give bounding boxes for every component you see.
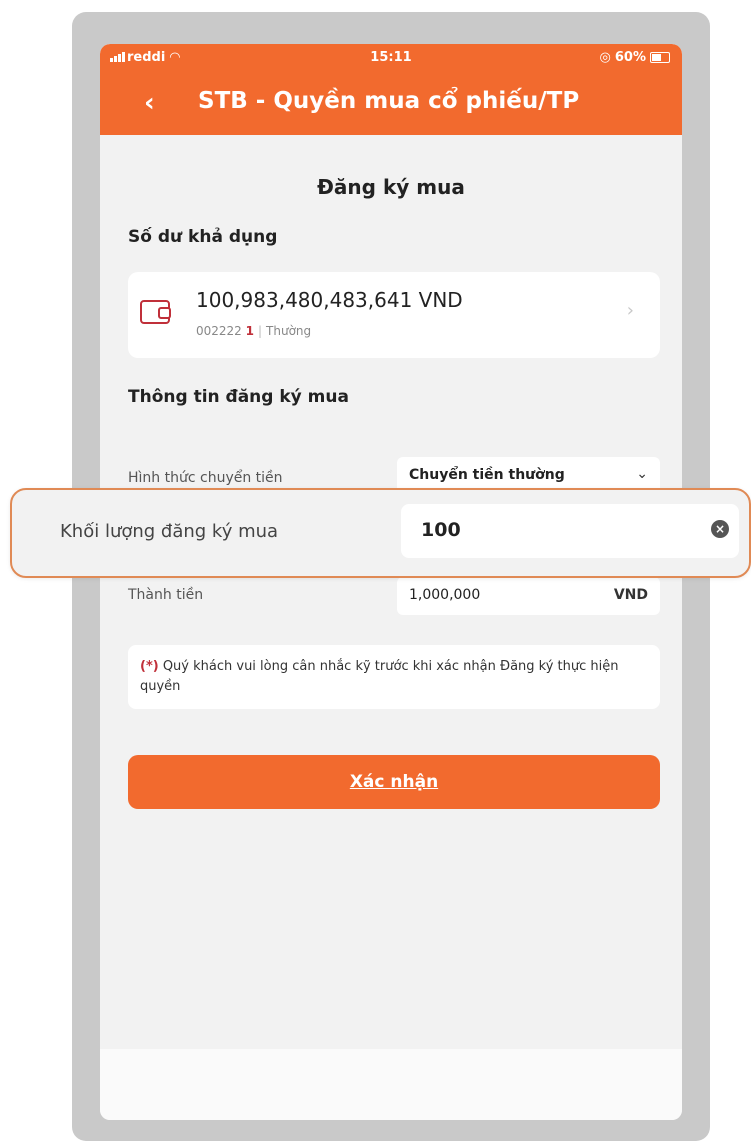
quantity-value: 100 (421, 519, 461, 541)
main-content: Đăng ký mua Số dư khả dụng 100,983,480,4… (100, 135, 682, 1049)
transfer-method-label: Hình thức chuyển tiền (128, 470, 283, 486)
app-header: reddi ◠ 15:11 ◎ 60% ‹ STB - Quyền mua cổ… (100, 44, 682, 135)
chevron-right-icon: › (626, 300, 634, 321)
account-type: Thường (266, 324, 312, 338)
total-value: 1,000,000 (409, 587, 481, 603)
battery-icon (650, 52, 670, 63)
battery-percent: 60% (614, 50, 646, 65)
account-suffix: 1 (245, 324, 254, 338)
chevron-left-icon: ‹ (144, 88, 155, 118)
location-icon: ◎ (599, 50, 611, 65)
note-marker: (*) (140, 659, 159, 674)
chevron-down-icon: ⌄ (636, 466, 648, 482)
note-text: Quý khách vui lòng cân nhắc kỹ trước khi… (140, 659, 619, 694)
balance-card[interactable]: 100,983,480,483,641 VND 002222 1 | Thường … (128, 272, 660, 358)
wallet-icon (140, 300, 171, 324)
app-screen: reddi ◠ 15:11 ◎ 60% ‹ STB - Quyền mua cổ… (100, 44, 682, 1120)
page-title: STB - Quyền mua cổ phiếu/TP (198, 88, 580, 114)
quantity-highlight: Khối lượng đăng ký mua 100 × (10, 488, 751, 578)
warning-note: (*) Quý khách vui lòng cân nhắc kỹ trước… (128, 645, 660, 709)
confirm-button[interactable]: Xác nhận (128, 755, 660, 809)
battery-status: ◎ 60% (600, 50, 670, 65)
total-unit: VND (613, 587, 648, 603)
balance-section-label: Số dư khả dụng (128, 227, 278, 247)
form-heading: Đăng ký mua (317, 175, 465, 199)
total-field: 1,000,000 VND (397, 577, 660, 615)
transfer-method-value: Chuyển tiền thường (409, 467, 565, 483)
status-time: 15:11 (370, 50, 412, 65)
bottom-area (100, 1049, 682, 1120)
total-label: Thành tiền (128, 587, 204, 603)
info-section-label: Thông tin đăng ký mua (128, 387, 349, 407)
balance-amount: 100,983,480,483,641 VND (196, 288, 463, 312)
quantity-input[interactable]: 100 × (401, 504, 739, 558)
note-text-wrapper: (*) Quý khách vui lòng cân nhắc kỹ trước… (140, 657, 648, 697)
account-info: 002222 1 | Thường (196, 324, 311, 338)
separator: | (258, 324, 263, 338)
status-bar: reddi ◠ 15:11 ◎ 60% (100, 44, 682, 74)
quantity-label: Khối lượng đăng ký mua (60, 521, 279, 542)
back-button[interactable]: ‹ (144, 88, 164, 118)
account-number: 002222 (196, 324, 242, 338)
clear-icon[interactable]: × (711, 520, 729, 538)
